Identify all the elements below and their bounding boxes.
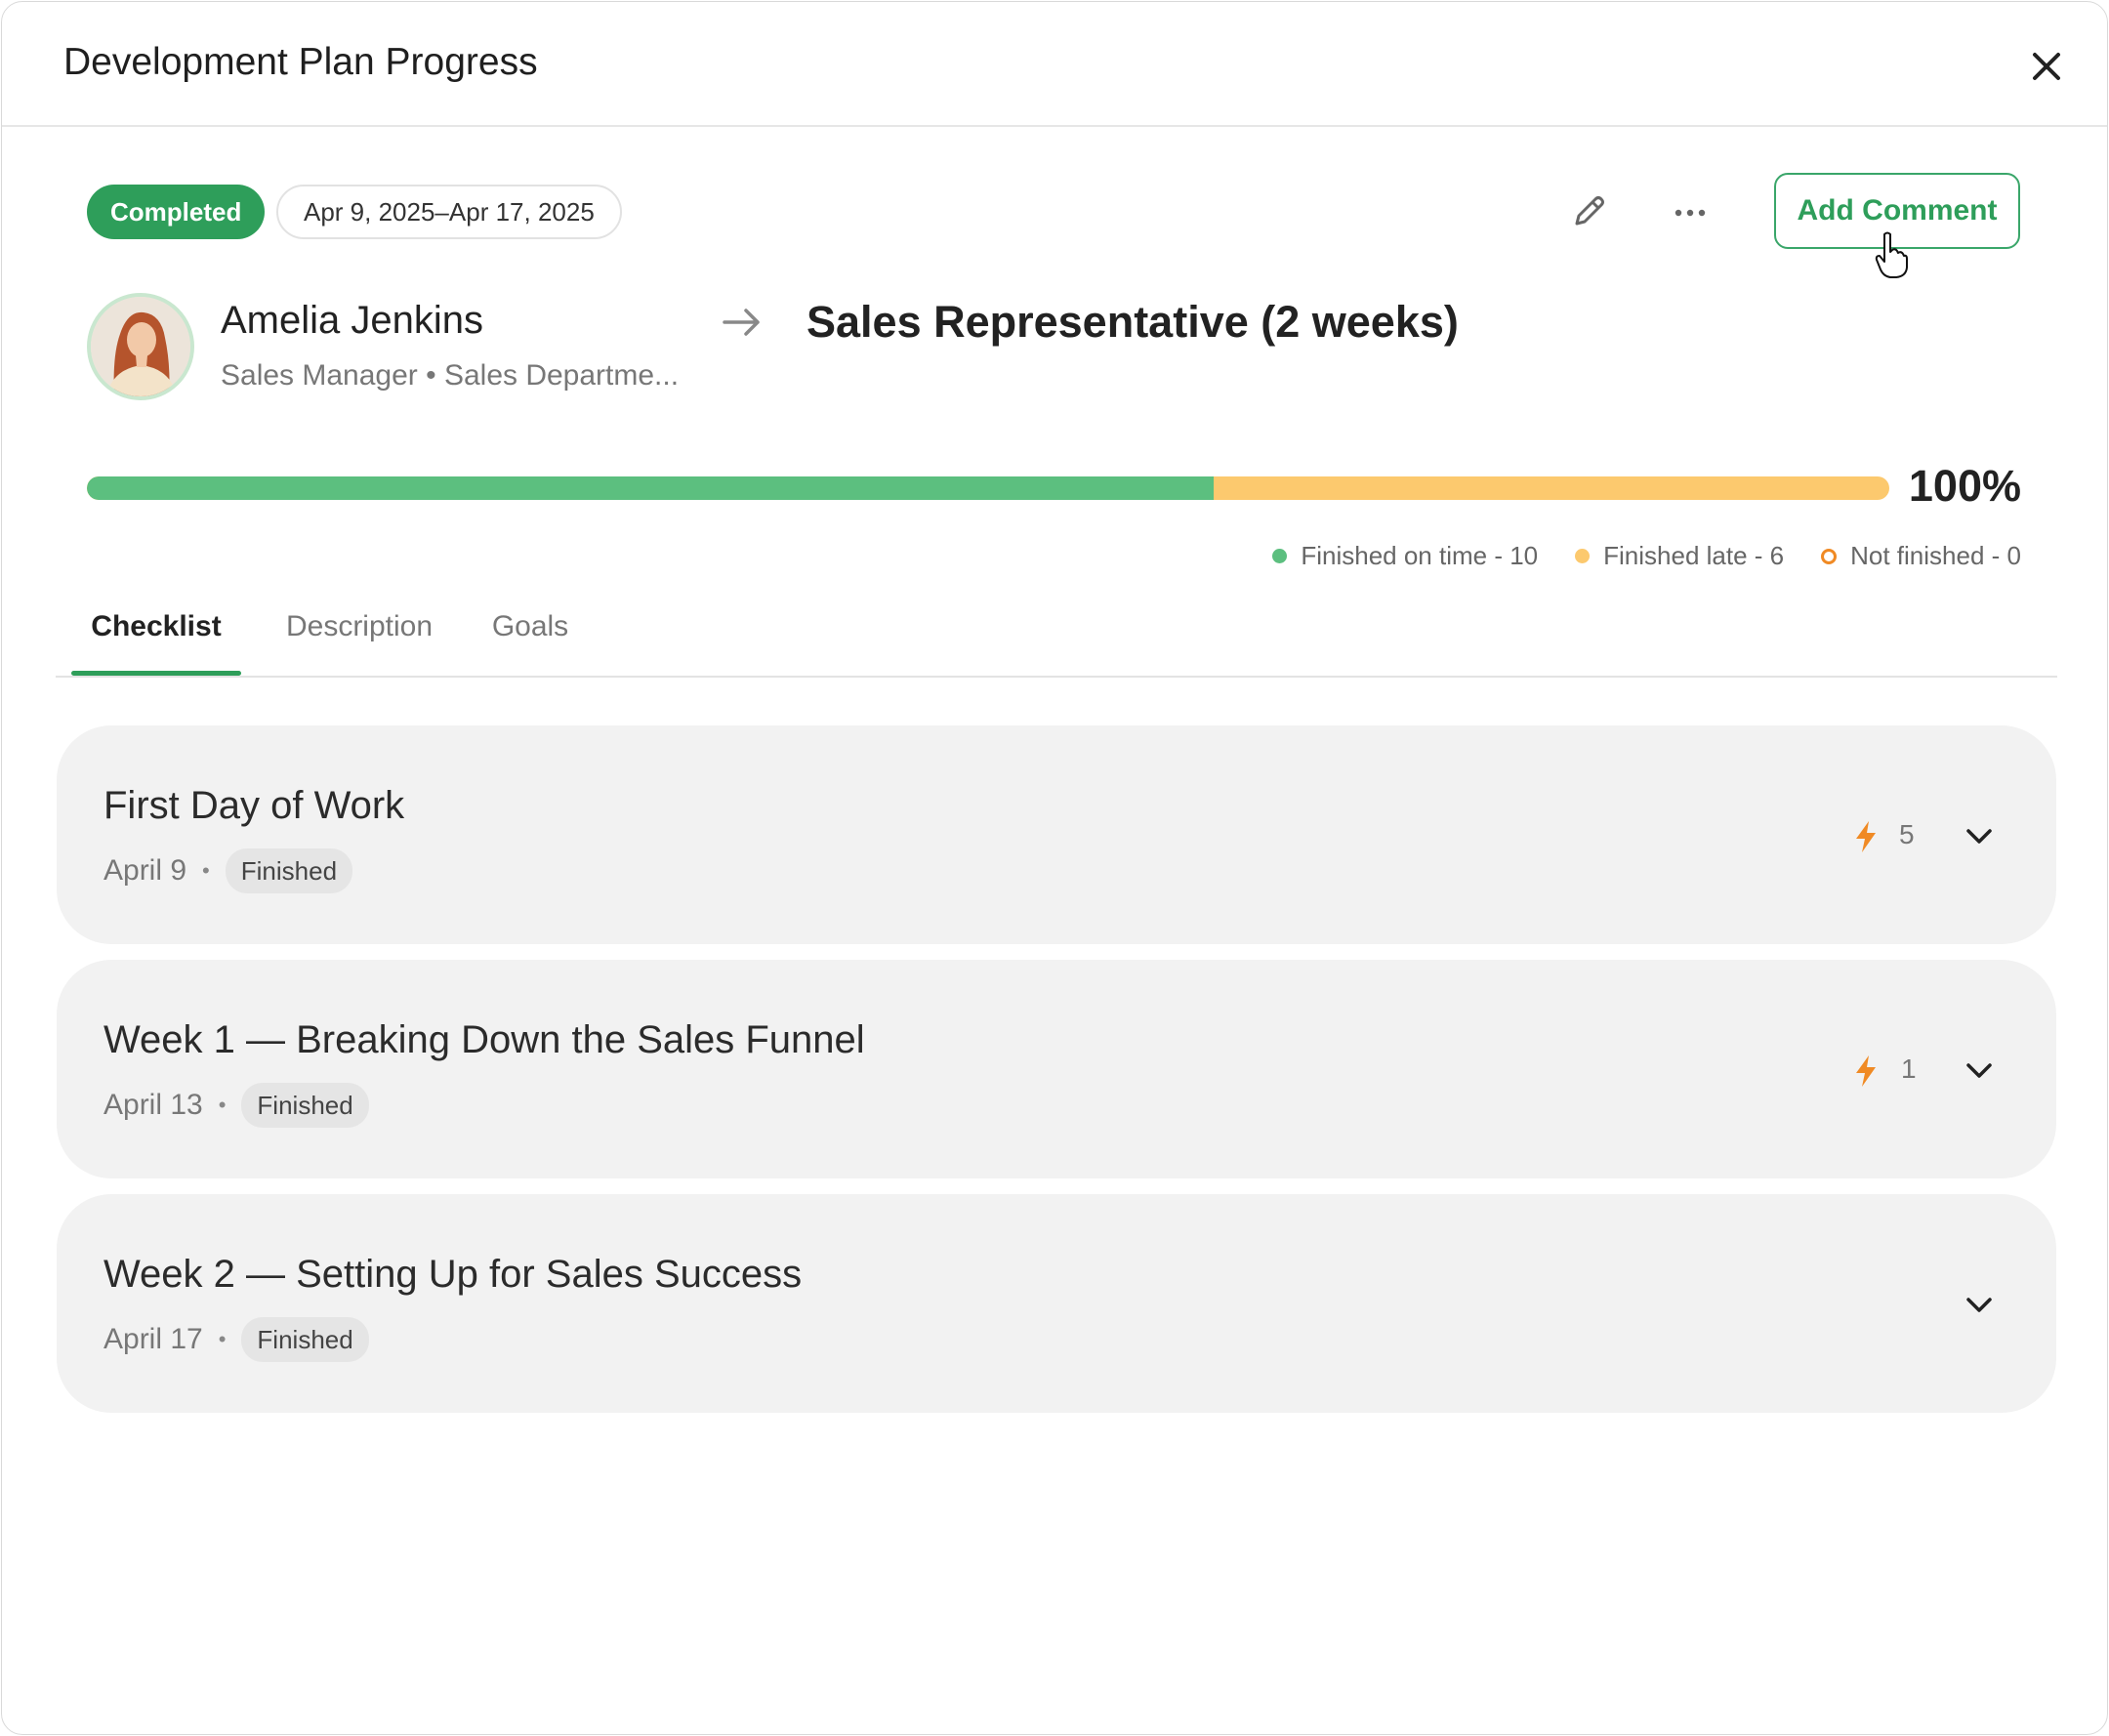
status-badge: Completed <box>87 185 266 239</box>
legend-label: Finished late - 6 <box>1603 541 1785 570</box>
progress-legend: Finished on time - 10 Finished late - 6 … <box>1272 541 2021 571</box>
legend-on-time: Finished on time - 10 <box>1272 541 1538 571</box>
date-range: Apr 9, 2025–Apr 17, 2025 <box>276 185 622 239</box>
tab-checklist[interactable]: Checklist <box>71 607 241 676</box>
separator-dot: • <box>218 1093 227 1117</box>
checklist-item-first-day[interactable]: First Day of Work April 9 • Finished 5 <box>57 725 2056 944</box>
hand-cursor-icon <box>1875 231 1908 278</box>
chevron-down-icon[interactable] <box>1963 1288 1996 1321</box>
checklist-item-meta: April 9 • Finished <box>103 848 353 893</box>
modal-header: Development Plan Progress <box>2 2 2107 127</box>
arrow-right-icon <box>723 309 760 336</box>
lightning-icon <box>1856 821 1876 852</box>
chevron-down-icon[interactable] <box>1963 1054 1996 1087</box>
legend-label: Not finished - 0 <box>1850 541 2021 570</box>
checklist-item-count: 5 <box>1899 819 1915 849</box>
legend-not-finished: Not finished - 0 <box>1821 541 2021 571</box>
legend-label: Finished on time - 10 <box>1301 541 1539 570</box>
status-badge: Finished <box>241 1317 369 1362</box>
checklist-item-title: Week 1 — Breaking Down the Sales Funnel <box>103 1018 865 1061</box>
person-subtitle: Sales Manager • Sales Departme... <box>221 359 680 392</box>
checklist-item-count: 1 <box>1901 1054 1917 1084</box>
pencil-icon[interactable] <box>1561 185 1616 239</box>
checklist-item-title: Week 2 — Setting Up for Sales Success <box>103 1253 803 1296</box>
more-horizontal-icon[interactable] <box>1663 185 1717 239</box>
separator-dot: • <box>202 858 210 883</box>
plan-title: Sales Representative (2 weeks) <box>806 297 1459 347</box>
checklist-item-date: April 9 <box>103 854 187 887</box>
yellow-dot-icon <box>1575 549 1591 563</box>
checklist-item-week-1[interactable]: Week 1 — Breaking Down the Sales Funnel … <box>57 960 2056 1178</box>
person-name: Amelia Jenkins <box>221 299 484 342</box>
checklist-item-date: April 17 <box>103 1323 203 1355</box>
modal-title: Development Plan Progress <box>63 41 538 83</box>
legend-late: Finished late - 6 <box>1575 541 1784 571</box>
separator-dot: • <box>218 1327 227 1351</box>
close-icon[interactable] <box>2023 43 2070 90</box>
checklist-item-meta: April 13 • Finished <box>103 1083 369 1128</box>
lightning-icon <box>1856 1055 1876 1087</box>
tab-bar: Checklist Description Goals <box>56 588 2057 678</box>
checklist-item-date: April 13 <box>103 1089 203 1121</box>
checklist-item-meta: April 17 • Finished <box>103 1317 369 1362</box>
progress-bar <box>87 476 1889 500</box>
progress-fill-on-time <box>87 476 1214 500</box>
chevron-down-icon[interactable] <box>1963 819 1996 852</box>
checklist-item-title: First Day of Work <box>103 784 405 827</box>
avatar <box>87 293 194 400</box>
tab-goals[interactable]: Goals <box>481 607 579 674</box>
checklist-item-week-2[interactable]: Week 2 — Setting Up for Sales Success Ap… <box>57 1194 2056 1413</box>
progress-percent: 100% <box>1908 461 2021 511</box>
development-plan-modal: Development Plan Progress Completed Apr … <box>1 1 2108 1735</box>
status-badge: Finished <box>225 848 353 893</box>
status-badge: Finished <box>241 1083 369 1128</box>
tab-description[interactable]: Description <box>276 607 442 674</box>
green-dot-icon <box>1272 549 1288 563</box>
orange-dot-icon <box>1821 548 1838 564</box>
